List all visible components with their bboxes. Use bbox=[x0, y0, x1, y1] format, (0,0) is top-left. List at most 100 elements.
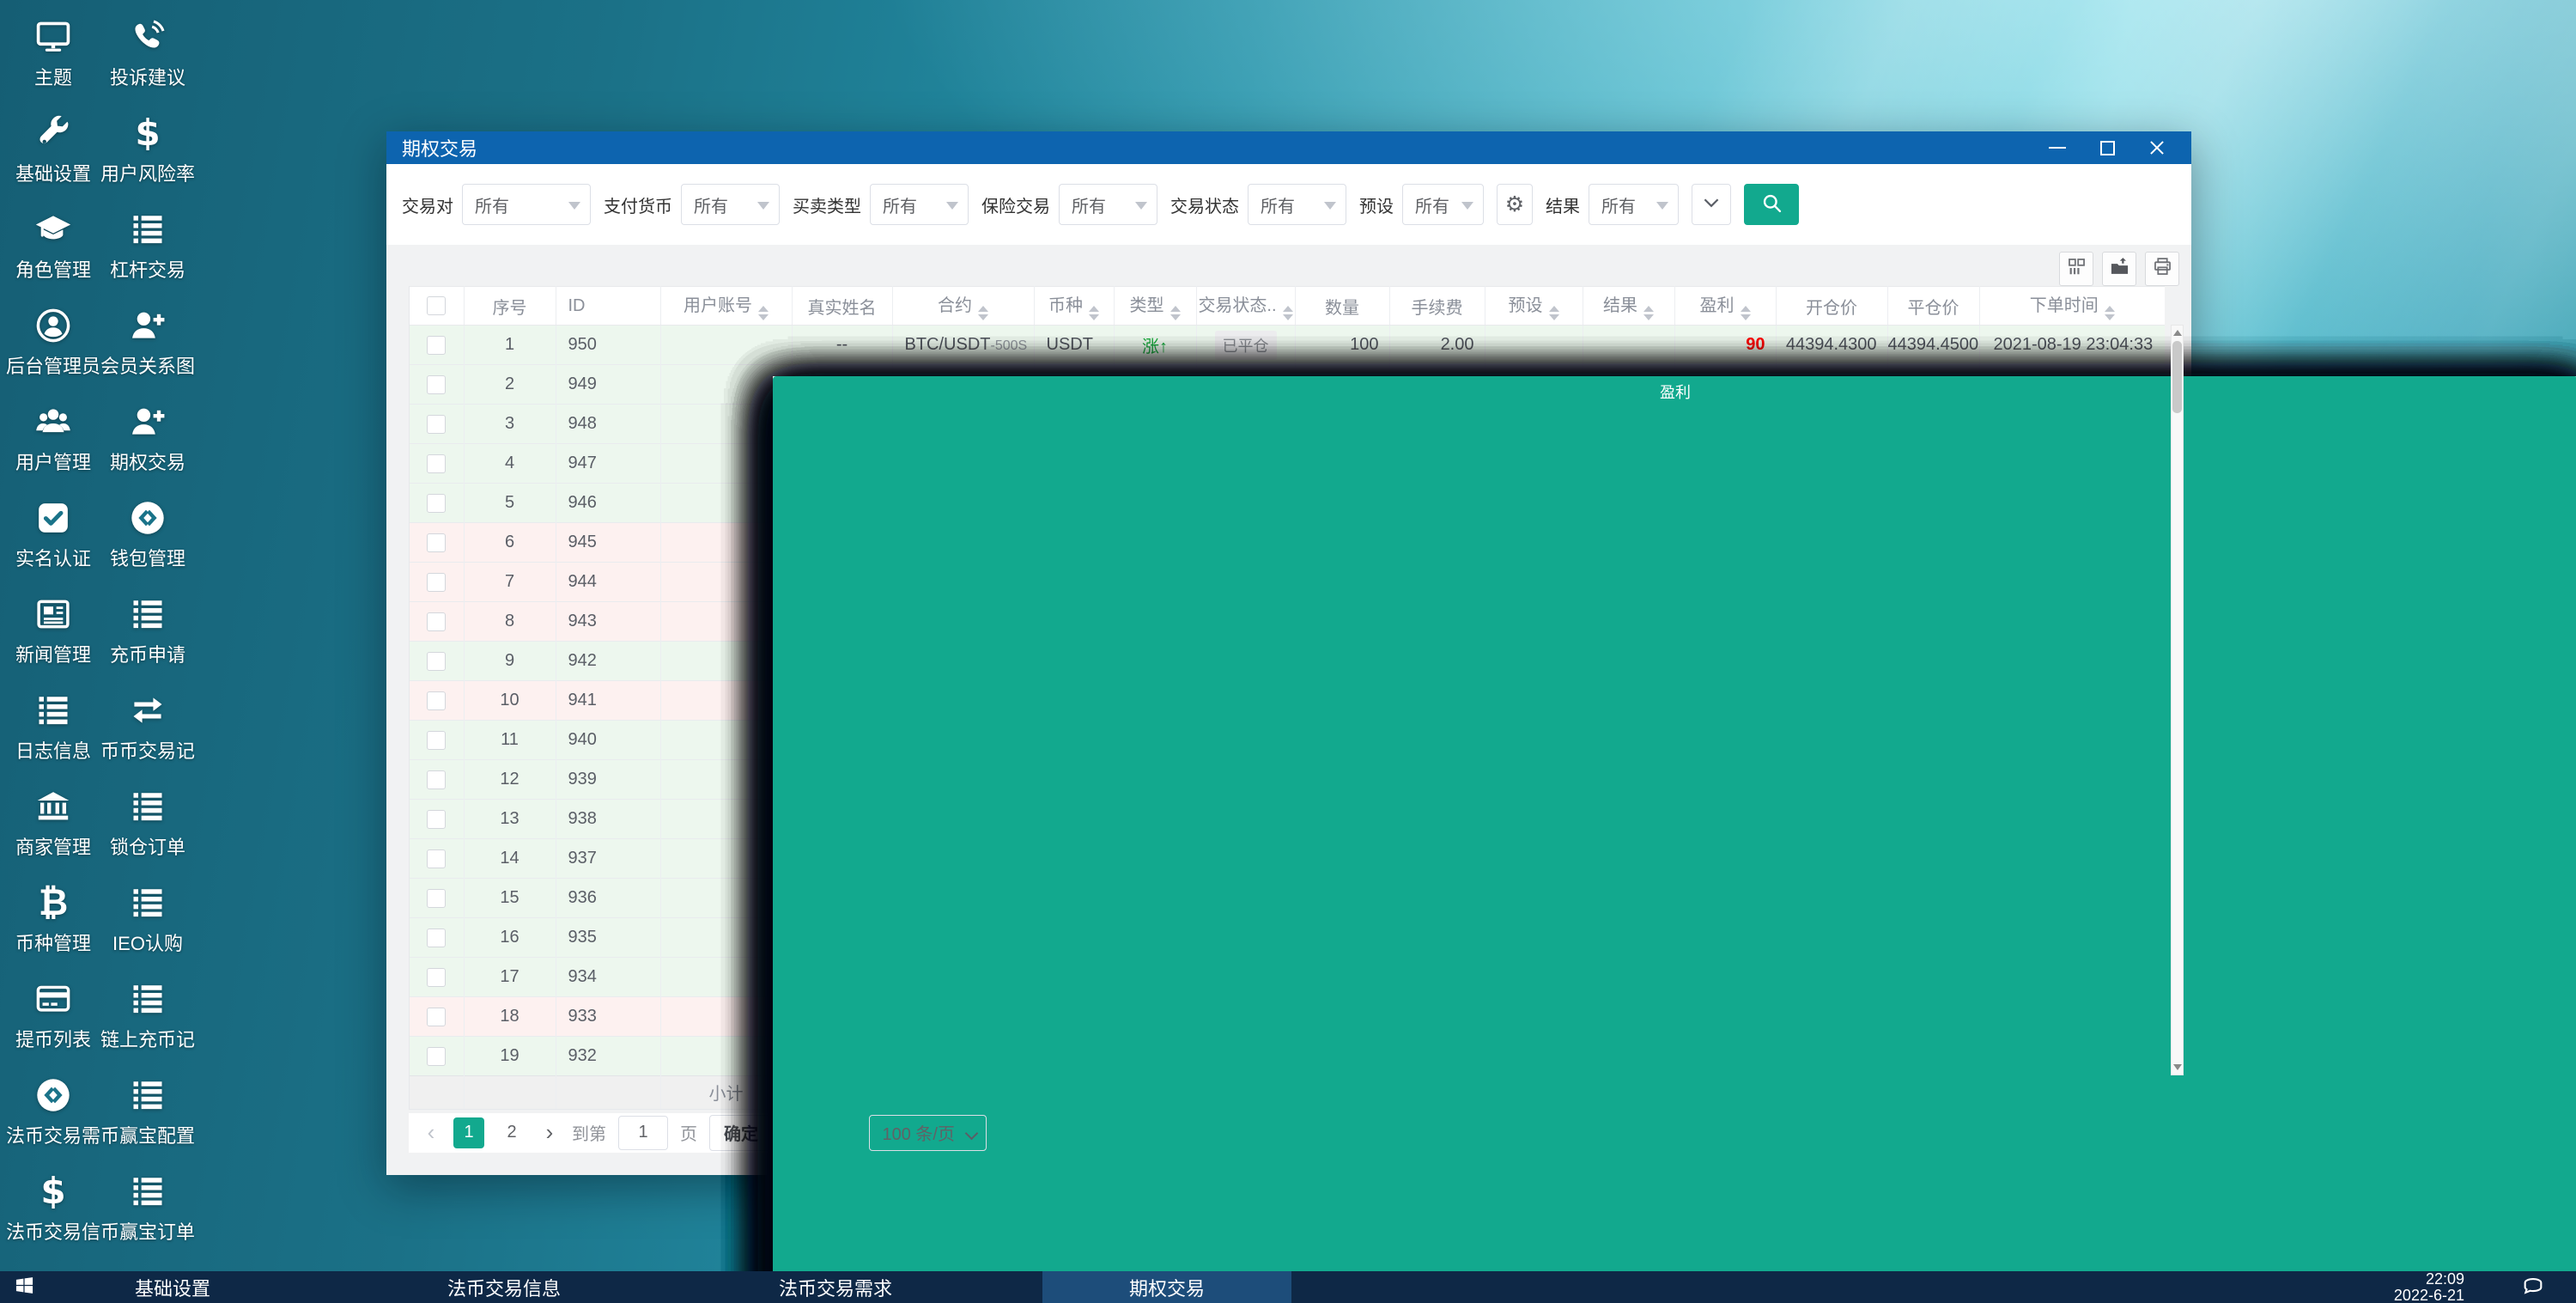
gear-button[interactable]: ⚙ bbox=[1497, 184, 1533, 225]
row-checkbox[interactable] bbox=[427, 1046, 447, 1066]
page-number-button[interactable]: 2 bbox=[496, 1117, 527, 1148]
sort-icon[interactable] bbox=[1643, 306, 1654, 320]
desktop-shortcut[interactable]: 杠杆交易 bbox=[103, 204, 192, 301]
desktop-shortcut[interactable]: 日志信息 bbox=[9, 685, 98, 782]
minimize-button[interactable] bbox=[2038, 133, 2076, 162]
page-number-button[interactable]: 1 bbox=[453, 1117, 484, 1148]
filter-select[interactable]: 所有 bbox=[1589, 184, 1679, 225]
maximize-button[interactable] bbox=[2088, 133, 2126, 162]
row-checkbox[interactable] bbox=[427, 888, 447, 908]
row-checkbox[interactable] bbox=[427, 809, 447, 829]
print-button[interactable] bbox=[2145, 252, 2179, 286]
scroll-up-icon[interactable] bbox=[2173, 330, 2182, 336]
desktop-shortcut[interactable]: 会员关系图 bbox=[100, 301, 195, 397]
taskbar-tab[interactable]: 法币交易信息 bbox=[380, 1271, 629, 1303]
desktop-shortcut[interactable]: 投诉建议 bbox=[103, 12, 192, 108]
column-header[interactable]: 结果 bbox=[1583, 286, 1675, 326]
desktop-shortcut[interactable]: 锁仓订单 bbox=[103, 782, 192, 878]
desktop-shortcut[interactable]: 期权交易 bbox=[103, 397, 192, 493]
sort-icon[interactable] bbox=[1282, 306, 1293, 320]
column-header[interactable]: 手续费 bbox=[1389, 286, 1485, 326]
row-checkbox[interactable] bbox=[427, 454, 447, 473]
confirm-button[interactable]: 确定 bbox=[709, 1114, 773, 1151]
row-checkbox[interactable] bbox=[427, 849, 447, 868]
sort-icon[interactable] bbox=[1170, 306, 1181, 320]
sort-icon[interactable] bbox=[978, 306, 988, 320]
close-button[interactable] bbox=[2138, 133, 2176, 162]
row-checkbox[interactable] bbox=[427, 651, 447, 671]
desktop-shortcut[interactable]: 主题 bbox=[9, 12, 98, 108]
chat-bubble-icon[interactable] bbox=[2521, 1276, 2545, 1300]
filter-select[interactable]: 所有 bbox=[681, 184, 780, 225]
columns-button[interactable] bbox=[2059, 252, 2093, 286]
row-checkbox[interactable] bbox=[427, 928, 447, 947]
column-header[interactable]: 交易状态.. bbox=[1196, 286, 1296, 326]
column-header[interactable]: 用户账号 bbox=[660, 286, 793, 326]
taskbar-tab[interactable]: 期权交易 bbox=[1042, 1271, 1291, 1303]
row-checkbox[interactable] bbox=[427, 493, 447, 513]
window-titlebar[interactable]: 期权交易 bbox=[386, 131, 2191, 164]
column-header[interactable]: 币种 bbox=[1034, 286, 1115, 326]
desktop-shortcut[interactable]: 商家管理 bbox=[9, 782, 98, 878]
collapse-filters-button[interactable] bbox=[1692, 184, 1731, 225]
desktop-shortcut[interactable]: 新闻管理 bbox=[9, 589, 98, 685]
row-checkbox[interactable] bbox=[427, 1007, 447, 1026]
table-scrollbar[interactable] bbox=[2171, 325, 2184, 1075]
desktop-shortcut[interactable]: 充币申请 bbox=[103, 589, 192, 685]
column-header[interactable]: 下单时间 bbox=[1979, 286, 2165, 326]
desktop-shortcut[interactable]: 角色管理 bbox=[9, 204, 98, 301]
column-header[interactable]: 平仓价 bbox=[1887, 286, 1980, 326]
sort-icon[interactable] bbox=[1548, 306, 1559, 320]
desktop-shortcut[interactable]: 币赢宝配置 bbox=[100, 1070, 195, 1166]
desktop-shortcut[interactable]: 币币交易记 bbox=[100, 685, 195, 782]
desktop-shortcut[interactable]: 币赢宝订单 bbox=[100, 1166, 195, 1263]
next-page-button[interactable]: › bbox=[539, 1119, 560, 1146]
taskbar-tab[interactable]: 法币交易需求 bbox=[711, 1271, 960, 1303]
filter-select[interactable]: 所有 bbox=[1059, 184, 1157, 225]
filter-select[interactable]: 所有 bbox=[1402, 184, 1484, 225]
column-header[interactable]: 合约 bbox=[892, 286, 1035, 326]
start-button[interactable] bbox=[0, 1271, 48, 1303]
column-header[interactable]: 数量 bbox=[1295, 286, 1390, 326]
desktop-shortcut[interactable]: 基础设置 bbox=[9, 108, 98, 204]
sort-icon[interactable] bbox=[2104, 306, 2115, 320]
sort-icon[interactable] bbox=[1089, 306, 1099, 320]
desktop-shortcut[interactable]: 法币交易需 bbox=[6, 1070, 100, 1166]
row-checkbox[interactable] bbox=[427, 533, 447, 552]
desktop-shortcut[interactable]: $ 用户风险率 bbox=[100, 108, 195, 204]
desktop-shortcut[interactable]: 用户管理 bbox=[9, 397, 98, 493]
scrollbar-thumb[interactable] bbox=[2172, 341, 2182, 413]
column-header[interactable]: ID bbox=[556, 286, 661, 326]
sort-icon[interactable] bbox=[1740, 306, 1751, 320]
scroll-down-icon[interactable] bbox=[2173, 1064, 2182, 1070]
desktop-shortcut[interactable]: 后台管理员 bbox=[6, 301, 100, 397]
desktop-shortcut[interactable]: IEO认购 bbox=[103, 878, 192, 974]
row-checkbox[interactable] bbox=[427, 730, 447, 750]
desktop-shortcut[interactable]: ₿ 币种管理 bbox=[9, 878, 98, 974]
row-checkbox[interactable] bbox=[427, 335, 447, 355]
export-button[interactable] bbox=[2102, 252, 2136, 286]
column-header[interactable]: 真实姓名 bbox=[792, 286, 893, 326]
column-header[interactable]: 盈利 bbox=[1674, 286, 1777, 326]
row-checkbox[interactable] bbox=[427, 612, 447, 631]
desktop-shortcut[interactable]: 提币列表 bbox=[9, 974, 98, 1070]
row-checkbox[interactable] bbox=[427, 414, 447, 434]
search-button[interactable] bbox=[1744, 184, 1799, 225]
filter-select[interactable]: 所有 bbox=[462, 184, 591, 225]
filter-select[interactable]: 所有 bbox=[1248, 184, 1346, 225]
row-checkbox[interactable] bbox=[427, 770, 447, 789]
column-header[interactable]: 序号 bbox=[464, 286, 556, 326]
desktop-shortcut[interactable]: 链上充币记 bbox=[100, 974, 195, 1070]
row-checkbox[interactable] bbox=[427, 967, 447, 987]
row-checkbox[interactable] bbox=[427, 572, 447, 592]
desktop-shortcut[interactable]: 钱包管理 bbox=[103, 493, 192, 589]
select-all-checkbox[interactable] bbox=[427, 296, 447, 316]
taskbar-tab[interactable]: 基础设置 bbox=[48, 1271, 297, 1303]
sort-icon[interactable] bbox=[758, 306, 769, 320]
row-checkbox[interactable] bbox=[427, 374, 447, 394]
page-size-select[interactable]: 100 条/页 bbox=[869, 1114, 987, 1151]
desktop-shortcut[interactable]: $ 法币交易信 bbox=[6, 1166, 100, 1263]
column-header[interactable]: 开仓价 bbox=[1776, 286, 1888, 326]
desktop-shortcut[interactable]: 实名认证 bbox=[9, 493, 98, 589]
prev-page-button[interactable]: ‹ bbox=[421, 1119, 441, 1146]
